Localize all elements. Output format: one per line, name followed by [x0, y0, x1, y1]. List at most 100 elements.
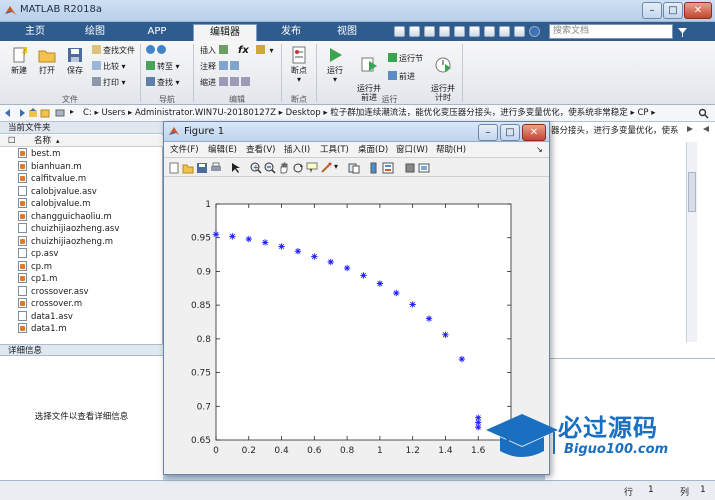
- hide-plot-tools-icon[interactable]: [404, 162, 416, 174]
- print-button[interactable]: 打印 ▾: [92, 77, 126, 88]
- list-item[interactable]: changguichaoliu.m: [18, 210, 112, 224]
- new-button[interactable]: + 新建: [4, 46, 34, 75]
- run-section-button[interactable]: 运行节: [388, 53, 423, 64]
- tab-view[interactable]: 视图: [326, 24, 368, 41]
- redo-quick-icon[interactable]: [469, 26, 480, 37]
- plot-area[interactable]: [215, 203, 512, 441]
- zoom-in-icon[interactable]: +: [250, 162, 262, 174]
- list-item[interactable]: data1.asv: [18, 310, 73, 324]
- menu-window[interactable]: 窗口(W): [396, 144, 428, 156]
- link-plot-icon[interactable]: [348, 162, 360, 174]
- list-item[interactable]: bianhuan.m: [18, 160, 82, 174]
- data-point[interactable]: [442, 331, 449, 339]
- help-quick-icon[interactable]: [499, 26, 510, 37]
- fx-button[interactable]: fx: [238, 45, 249, 56]
- copy-quick-icon[interactable]: [424, 26, 435, 37]
- name-column-header[interactable]: 名称: [34, 135, 51, 147]
- figure-minimize-button[interactable]: –: [478, 124, 498, 141]
- find-files-button[interactable]: 查找文件: [92, 45, 135, 56]
- list-item[interactable]: data1.m: [18, 323, 67, 336]
- zoom-out-icon[interactable]: [264, 162, 276, 174]
- path-segment[interactable]: 粒子群加连续潮流法，能优化变压器分接头，进行多变量优化，使系统非常稳定: [330, 108, 628, 118]
- path-segment[interactable]: Users: [101, 108, 125, 118]
- compare-button[interactable]: 比较 ▾: [92, 61, 126, 72]
- data-point[interactable]: [212, 231, 220, 238]
- help-icon[interactable]: [529, 26, 540, 37]
- menu-edit[interactable]: 编辑(E): [208, 144, 237, 156]
- column-header[interactable]: ☐ 名称 ▴: [0, 135, 163, 147]
- insert-button[interactable]: 插入: [200, 45, 230, 56]
- list-item[interactable]: cp.m: [18, 260, 52, 274]
- figure-close-button[interactable]: ✕: [522, 124, 546, 141]
- find-button[interactable]: 查找 ▾: [146, 77, 180, 88]
- list-item[interactable]: cp.asv: [18, 248, 58, 261]
- minimize-button[interactable]: –: [642, 2, 662, 19]
- switch-windows-icon[interactable]: [484, 26, 495, 37]
- advance-button[interactable]: 前进: [388, 71, 415, 82]
- path-segment[interactable]: Desktop: [286, 108, 321, 118]
- breakpoints-button[interactable]: 断点 ▾: [284, 46, 314, 84]
- scrollbar-thumb[interactable]: [688, 172, 696, 212]
- back-arrow-icon[interactable]: [4, 108, 14, 118]
- list-item[interactable]: cp1.m: [18, 273, 57, 286]
- up-folder-icon[interactable]: [28, 108, 38, 118]
- print-figure-icon[interactable]: [210, 162, 222, 174]
- forward-arrow-icon[interactable]: [16, 108, 26, 118]
- tab-home[interactable]: 主页: [14, 24, 56, 41]
- path-segment[interactable]: Administrator.WIN7U-20180127Z: [135, 108, 276, 118]
- pan-icon[interactable]: [278, 162, 290, 174]
- data-point[interactable]: [425, 315, 433, 322]
- indent-button[interactable]: 缩进: [200, 77, 252, 88]
- figure-title-bar[interactable]: Figure 1 – □ ✕: [164, 122, 549, 142]
- comment-button[interactable]: 注释: [200, 61, 241, 72]
- menu-view[interactable]: 查看(V): [246, 144, 275, 156]
- figure-maximize-button[interactable]: □: [500, 124, 520, 141]
- tab-apps[interactable]: APP: [136, 24, 178, 41]
- open-button[interactable]: 打开: [32, 46, 62, 75]
- show-plot-tools-icon[interactable]: [418, 162, 430, 174]
- goto-button[interactable]: 转至 ▾: [146, 61, 180, 72]
- save-quick-icon[interactable]: [394, 26, 405, 37]
- tab-publish[interactable]: 发布: [270, 24, 312, 41]
- legend-icon[interactable]: [382, 162, 394, 174]
- panel-collapse-icon[interactable]: [702, 125, 710, 133]
- help-quick-icon[interactable]: [514, 26, 525, 37]
- fx-extra-button[interactable]: ▾: [256, 45, 274, 56]
- back-forward-buttons[interactable]: [146, 45, 168, 56]
- panel-expand-icon[interactable]: [686, 125, 694, 133]
- menubar-dock-icon[interactable]: ↘: [536, 144, 543, 156]
- tab-plots[interactable]: 绘图: [74, 24, 116, 41]
- list-item[interactable]: best.m: [18, 148, 60, 161]
- maximize-button[interactable]: □: [663, 2, 683, 19]
- save-figure-icon[interactable]: [196, 162, 208, 174]
- open-file-icon[interactable]: [182, 162, 194, 174]
- cut-quick-icon[interactable]: [409, 26, 420, 37]
- edit-plot-icon[interactable]: [230, 162, 242, 174]
- menu-file[interactable]: 文件(F): [170, 144, 199, 156]
- list-item[interactable]: crossover.asv: [18, 285, 89, 299]
- list-item[interactable]: crossover.m: [18, 298, 82, 311]
- current-folder-path[interactable]: C: ▸ Users ▸ Administrator.WIN7U-2018012…: [83, 107, 693, 120]
- menu-insert[interactable]: 插入(I): [284, 144, 310, 156]
- search-icon[interactable]: [698, 108, 709, 119]
- save-button[interactable]: 保存: [60, 46, 90, 75]
- path-segment[interactable]: C:: [83, 108, 92, 118]
- path-segment[interactable]: CP: [637, 108, 648, 118]
- list-item[interactable]: calobjvalue.m: [18, 198, 90, 211]
- brush-icon[interactable]: [320, 162, 332, 174]
- list-item[interactable]: chuizhijiaozheng.asv: [18, 223, 119, 236]
- undo-quick-icon[interactable]: [454, 26, 465, 37]
- close-button[interactable]: ✕: [684, 2, 712, 19]
- rotate-3d-icon[interactable]: [292, 162, 304, 174]
- data-cursor-icon[interactable]: [306, 162, 318, 174]
- menu-tools[interactable]: 工具(T): [320, 144, 349, 156]
- colorbar-icon[interactable]: [368, 162, 380, 174]
- brush-dropdown-icon[interactable]: ▾: [334, 162, 338, 171]
- list-item[interactable]: calobjvalue.asv: [18, 185, 97, 199]
- menu-help[interactable]: 帮助(H): [436, 144, 466, 156]
- browse-folder-icon[interactable]: [40, 108, 50, 118]
- list-item[interactable]: chuizhijiaozheng.m: [18, 235, 113, 249]
- menu-desktop[interactable]: 桌面(D): [358, 144, 388, 156]
- search-filter-icon[interactable]: [676, 24, 689, 39]
- tab-editor[interactable]: 编辑器: [193, 24, 257, 41]
